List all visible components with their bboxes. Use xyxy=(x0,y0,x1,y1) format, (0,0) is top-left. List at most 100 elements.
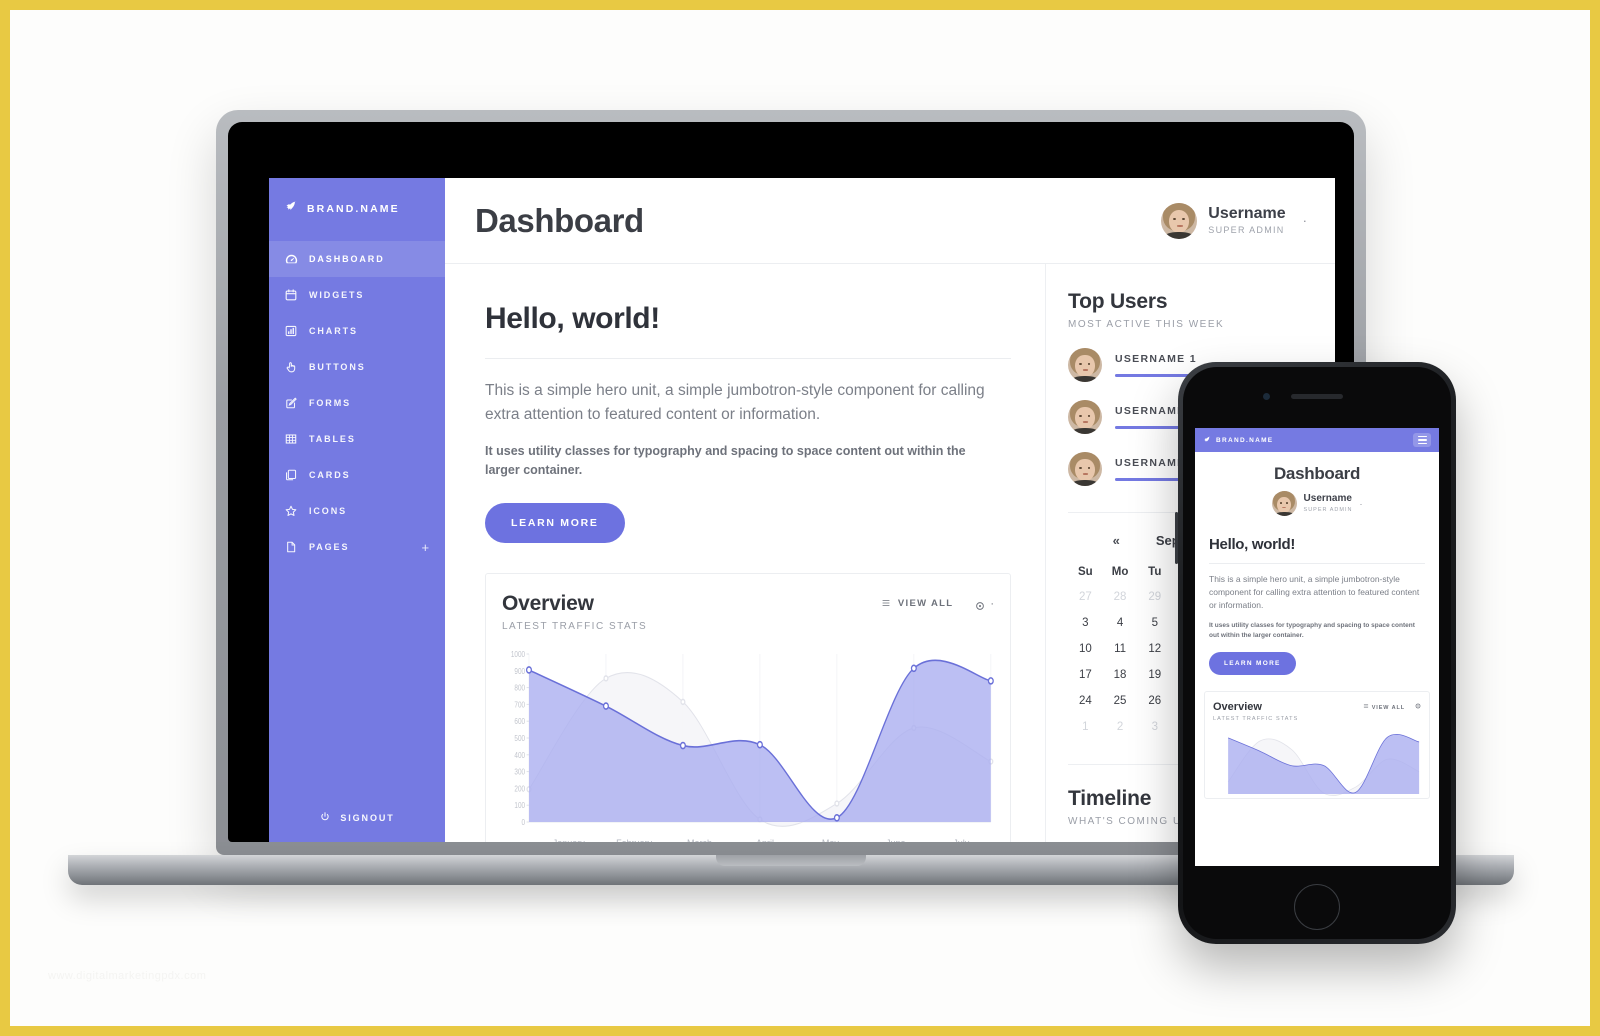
sidebar-item-label: DASHBOARD xyxy=(309,254,385,264)
chart-point[interactable] xyxy=(833,813,840,822)
chart-x-label: February xyxy=(601,838,666,842)
gear-icon xyxy=(1415,703,1421,711)
sidebar-item-label: TABLES xyxy=(309,434,356,444)
overview-subtitle: LATEST TRAFFIC STATS xyxy=(502,620,648,632)
phone-overview-header: Overview LATEST TRAFFIC STATS VIEW ALL xyxy=(1213,701,1421,722)
calendar-day-cell[interactable]: 3 xyxy=(1068,610,1103,636)
sidebar-item-tables[interactable]: TABLES xyxy=(269,421,445,457)
table-icon xyxy=(284,432,299,447)
chevron-down-icon[interactable]: · xyxy=(990,598,994,610)
calendar-day-cell[interactable]: 12 xyxy=(1137,636,1172,662)
phone-side-button[interactable] xyxy=(1175,512,1178,564)
chart-point[interactable] xyxy=(680,698,686,705)
view-all-button[interactable]: VIEW ALL xyxy=(881,598,953,609)
hamburger-icon[interactable] xyxy=(1413,433,1431,447)
gauge-icon xyxy=(284,252,299,267)
star-icon xyxy=(284,504,299,519)
sidebar-pages-expand-icon[interactable]: + xyxy=(422,541,432,554)
sidebar-brand[interactable]: BRAND.NAME xyxy=(269,178,445,239)
sidebar-item-cards[interactable]: CARDS xyxy=(269,457,445,493)
calendar-day-cell[interactable]: 10 xyxy=(1068,636,1103,662)
calendar-day-cell[interactable]: 19 xyxy=(1137,662,1172,688)
calendar-day-cell[interactable]: 3 xyxy=(1137,714,1172,740)
chart-point[interactable] xyxy=(987,676,994,685)
sidebar-item-buttons[interactable]: BUTTONS xyxy=(269,349,445,385)
chart-point[interactable] xyxy=(603,675,609,682)
sidebar-item-label: CARDS xyxy=(309,470,351,480)
copy-icon xyxy=(284,468,299,483)
calendar-day-cell[interactable]: 24 xyxy=(1068,688,1103,714)
view-all-label: VIEW ALL xyxy=(897,598,954,610)
gold-frame: www.digitalmarketingpdx.com BRAND.NAME D… xyxy=(0,0,1600,1036)
overview-card-header: Overview LATEST TRAFFIC STATS VIEW ALL · xyxy=(502,592,994,632)
signout-button[interactable]: SIGNOUT xyxy=(269,811,445,824)
top-users-title: Top Users xyxy=(1068,290,1168,313)
calendar-day-cell[interactable]: 25 xyxy=(1103,688,1138,714)
sidebar-item-pages[interactable]: PAGES + xyxy=(269,529,445,565)
phone-view-all-label: VIEW ALL xyxy=(1371,705,1405,712)
calendar-day-cell[interactable]: 17 xyxy=(1068,662,1103,688)
chart-point[interactable] xyxy=(834,800,840,807)
calendar-day-cell[interactable]: 28 xyxy=(1103,584,1138,610)
phone-brand-label: BRAND.NAME xyxy=(1216,436,1274,444)
chart-point[interactable] xyxy=(525,666,532,674)
file-icon xyxy=(284,540,299,555)
signout-label: SIGNOUT xyxy=(340,812,395,823)
sidebar-item-widgets[interactable]: WIDGETS xyxy=(269,277,445,313)
learn-more-button[interactable]: LEARN MORE xyxy=(485,502,625,543)
phone-page-title: Dashboard xyxy=(1273,464,1361,483)
user-name: Username xyxy=(1208,204,1286,222)
hand-pointer-icon xyxy=(284,360,299,375)
chart-point[interactable] xyxy=(910,664,917,672)
edit-icon xyxy=(284,396,299,411)
overview-settings-button[interactable]: · xyxy=(975,598,994,611)
calendar-day-cell[interactable]: 5 xyxy=(1137,610,1172,636)
calendar-day-cell[interactable]: 11 xyxy=(1103,636,1138,662)
chevron-down-icon[interactable]: · xyxy=(1303,213,1307,228)
phone-user-menu[interactable]: Username SUPER ADMIN · xyxy=(1209,491,1425,516)
phone-view-all-button[interactable]: VIEW ALL xyxy=(1363,703,1405,711)
calendar-day-cell[interactable]: 4 xyxy=(1103,610,1138,636)
chart-x-label: March xyxy=(667,838,732,842)
hero-title: Hello, world! xyxy=(485,302,660,335)
sidebar-item-forms[interactable]: FORMS xyxy=(269,385,445,421)
calendar-day-cell[interactable]: 29 xyxy=(1137,584,1172,610)
avatar xyxy=(1068,452,1102,486)
calendar-day-cell[interactable]: 1 xyxy=(1068,714,1103,740)
chevron-down-icon[interactable]: · xyxy=(1359,499,1362,509)
chart-x-tick-labels: JanuaryFebruaryMarchAprilMayJuneJuly xyxy=(502,838,994,842)
phone-learn-more-button[interactable]: LEARN MORE xyxy=(1209,652,1296,676)
sidebar-item-dashboard[interactable]: DASHBOARD xyxy=(269,241,445,277)
calendar-icon xyxy=(284,288,299,303)
hero-sub: It uses utility classes for typography a… xyxy=(485,444,966,478)
calendar-prev-button[interactable]: « xyxy=(1113,533,1120,548)
phone-hero-divider xyxy=(1209,563,1425,564)
laptop-notch xyxy=(716,855,866,866)
user-menu[interactable]: Username SUPER ADMIN · xyxy=(1161,202,1307,239)
calendar-day-cell[interactable]: 26 xyxy=(1137,688,1172,714)
chart-point[interactable] xyxy=(602,702,609,710)
chart-x-label: May xyxy=(798,838,863,842)
power-icon xyxy=(319,811,332,824)
calendar-day-cell[interactable]: 27 xyxy=(1068,584,1103,610)
calendar-day-cell[interactable]: 18 xyxy=(1103,662,1138,688)
phone-body: BRAND.NAME Dashboard Username SUPER ADMI… xyxy=(1175,362,1456,944)
hero-lead: This is a simple hero unit, a simple jum… xyxy=(485,382,985,423)
phone-home-button[interactable] xyxy=(1294,884,1340,930)
svg-text:200: 200 xyxy=(514,783,525,793)
sidebar-item-charts[interactable]: CHARTS xyxy=(269,313,445,349)
phone-brand[interactable]: BRAND.NAME xyxy=(1203,436,1273,444)
phone-overview-title: Overview xyxy=(1213,701,1262,714)
svg-text:0: 0 xyxy=(521,817,525,827)
calendar-day-cell[interactable]: 2 xyxy=(1103,714,1138,740)
phone-overview-card: Overview LATEST TRAFFIC STATS VIEW ALL xyxy=(1204,691,1430,800)
sidebar-nav: DASHBOARD WIDGETS CHARTS BUTTONS FORMS T… xyxy=(269,241,445,565)
bar-chart-icon xyxy=(284,324,299,339)
chart-point[interactable] xyxy=(679,741,686,750)
phone-settings-button[interactable] xyxy=(1415,703,1421,711)
phone-mockup: BRAND.NAME Dashboard Username SUPER ADMI… xyxy=(1175,362,1456,944)
chart-point[interactable] xyxy=(756,740,763,749)
phone-screen: BRAND.NAME Dashboard Username SUPER ADMI… xyxy=(1195,428,1439,866)
svg-text:1000: 1000 xyxy=(511,649,525,659)
sidebar-item-icons[interactable]: ICONS xyxy=(269,493,445,529)
